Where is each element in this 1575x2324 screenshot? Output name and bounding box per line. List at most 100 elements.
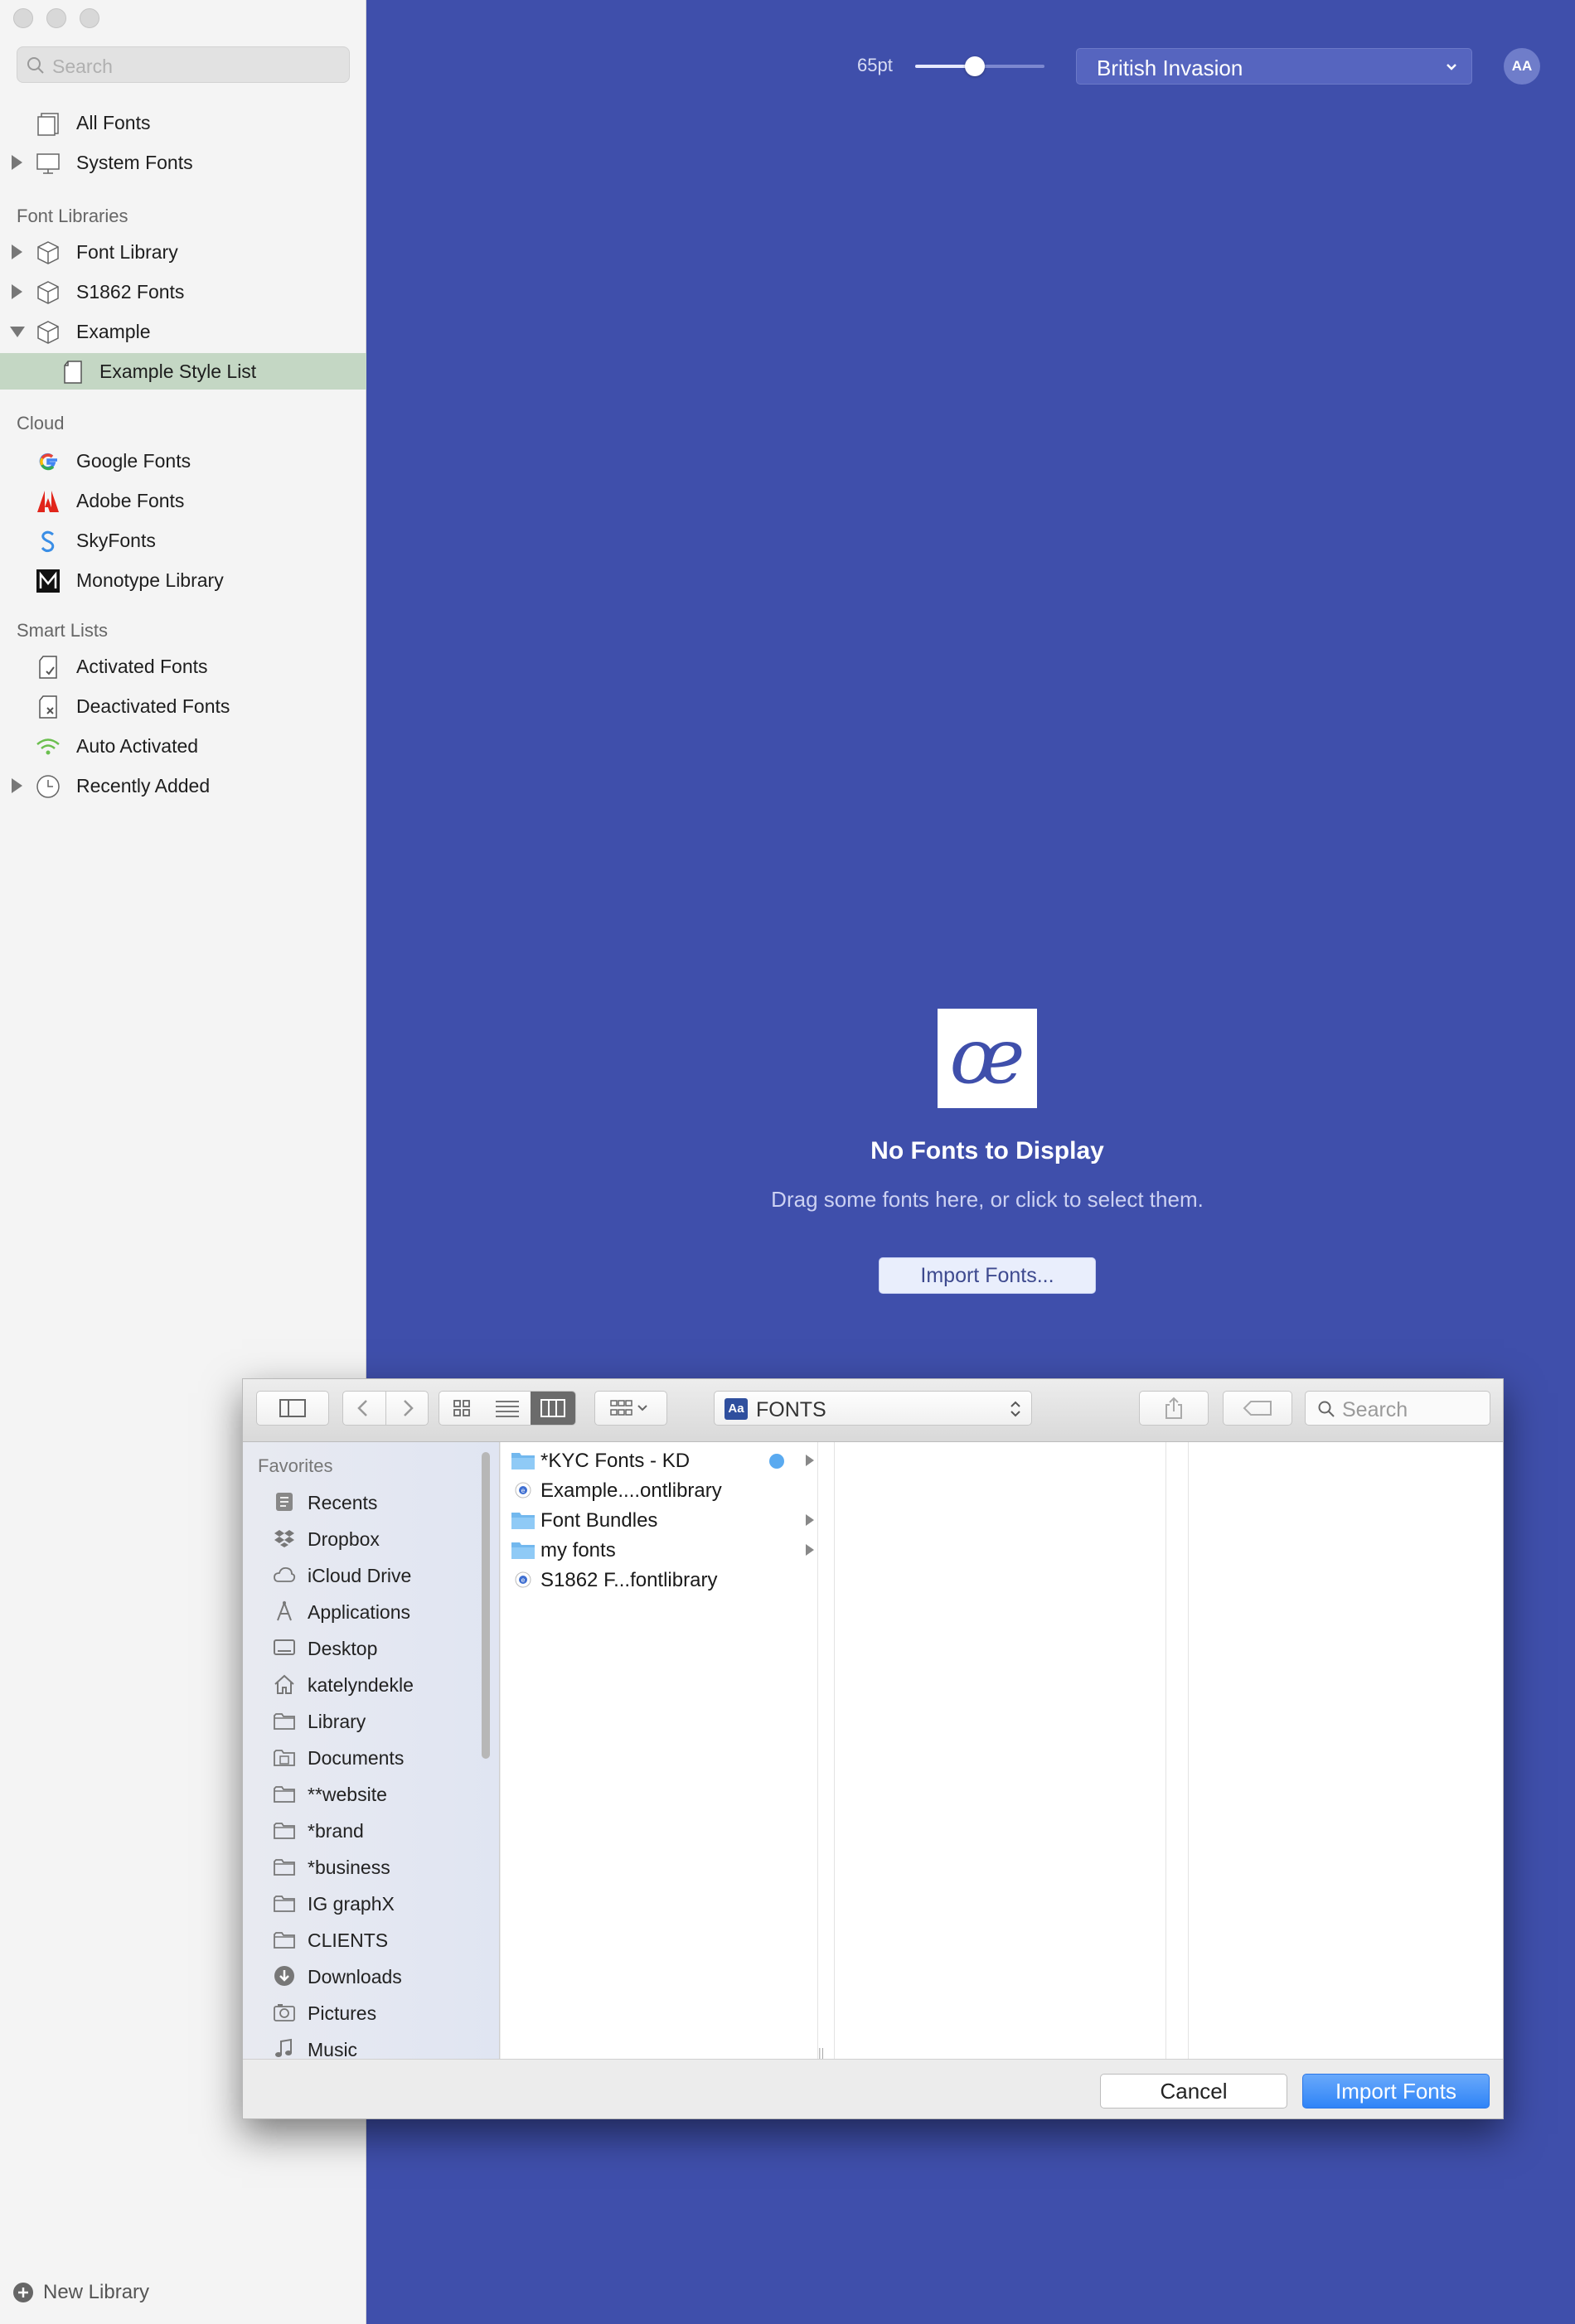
folder-icon <box>274 1896 295 1912</box>
favorite-label: katelyndekle <box>308 1674 414 1696</box>
sidebar-item-label: Deactivated Fonts <box>76 695 230 717</box>
pictures-icon <box>274 2004 295 2021</box>
file-label: Example....ontlibrary <box>540 1479 722 1502</box>
favorite-item[interactable]: Pictures <box>243 1996 483 2029</box>
file-row[interactable]: my fonts <box>501 1535 817 1565</box>
column-browser: *KYC Fonts - KD e Example....ontlibrary Fon… <box>501 1442 1503 2059</box>
font-library-file-icon: e <box>515 1571 531 1588</box>
column-view-button[interactable] <box>531 1392 575 1425</box>
sidebar-item-example[interactable]: Example <box>0 313 366 350</box>
sidebar-item-skyfonts[interactable]: SkyFonts <box>0 522 366 559</box>
dialog-search-input[interactable]: Search <box>1305 1391 1490 1426</box>
favorite-item[interactable]: Library <box>243 1704 483 1737</box>
sidebar-scrollbar[interactable] <box>482 1452 490 1759</box>
list-view-button[interactable] <box>485 1392 530 1425</box>
chevron-down-icon <box>1447 64 1456 70</box>
skyfonts-icon <box>41 530 55 553</box>
disclosure-arrow-icon <box>806 1455 814 1466</box>
folder-icon <box>511 1453 535 1469</box>
disclosure-arrow-icon <box>806 1514 814 1526</box>
favorite-item[interactable]: CLIENTS <box>243 1923 483 1956</box>
sidebar-toggle-button[interactable] <box>256 1391 329 1426</box>
favorite-item[interactable]: Music <box>243 2032 483 2059</box>
favorite-label: Music <box>308 2039 358 2059</box>
location-label: FONTS <box>756 1398 826 1421</box>
group-by-button[interactable] <box>594 1391 667 1426</box>
font-size-slider[interactable] <box>915 56 1044 76</box>
clock-icon <box>36 775 60 798</box>
favorite-label: CLIENTS <box>308 1929 389 1951</box>
new-library-label: New Library <box>43 2281 150 2303</box>
font-library-file-icon: e <box>515 1482 531 1498</box>
favorite-item[interactable]: Desktop <box>243 1631 483 1664</box>
dialog-search-placeholder: Search <box>1342 1398 1408 1421</box>
favorite-item[interactable]: Dropbox <box>243 1522 483 1555</box>
font-size-toggle-button[interactable]: AA <box>1504 48 1540 85</box>
favorite-item[interactable]: Downloads <box>243 1959 483 1992</box>
column-divider[interactable] <box>834 1442 835 2059</box>
sidebar-search-input[interactable]: Search <box>17 46 350 83</box>
column-divider[interactable] <box>1188 1442 1189 2059</box>
sidebar-item-font-library[interactable]: Font Library <box>0 234 366 270</box>
sidebar-item-s1862-fonts[interactable]: S1862 Fonts <box>0 274 366 310</box>
disclosure-triangle[interactable] <box>12 284 22 299</box>
column-divider[interactable] <box>817 1442 818 2059</box>
sidebar-item-label: Font Library <box>76 241 178 263</box>
desktop-icon <box>274 1639 295 1655</box>
window-minimize-button[interactable] <box>46 8 66 28</box>
share-button[interactable] <box>1139 1391 1209 1426</box>
disclosure-triangle[interactable] <box>12 155 22 170</box>
favorite-item[interactable]: *brand <box>243 1813 483 1847</box>
adobe-icon <box>37 491 59 512</box>
favorite-item[interactable]: katelyndekle <box>243 1668 483 1701</box>
sidebar-item-monotype-library[interactable]: Monotype Library <box>0 562 366 598</box>
favorite-item[interactable]: Recents <box>243 1485 483 1518</box>
favorite-item[interactable]: *business <box>243 1850 483 1883</box>
column-resize-grip[interactable]: || <box>818 2046 824 2059</box>
group-by-icon <box>610 1400 647 1416</box>
favorite-item[interactable]: Applications <box>243 1595 483 1628</box>
location-popup[interactable]: Aa FONTS <box>714 1391 1032 1426</box>
import-fonts-confirm-button[interactable]: Import Fonts <box>1302 2074 1490 2109</box>
cancel-button[interactable]: Cancel <box>1100 2074 1287 2109</box>
preview-text-dropdown[interactable]: British Invasion <box>1076 48 1472 85</box>
activated-icon <box>39 656 57 679</box>
slider-knob[interactable] <box>964 56 985 76</box>
wifi-icon <box>36 738 60 755</box>
favorite-label: *brand <box>308 1820 364 1842</box>
disclosure-triangle[interactable] <box>12 245 22 259</box>
sidebar-item-recently-added[interactable]: Recently Added <box>0 767 366 804</box>
sidebar-item-activated-fonts[interactable]: Activated Fonts <box>0 648 366 685</box>
favorites-heading: Favorites <box>258 1455 333 1476</box>
import-fonts-button[interactable]: Import Fonts... <box>879 1257 1096 1294</box>
sidebar-item-adobe-fonts[interactable]: Adobe Fonts <box>0 482 366 519</box>
svg-text:e: e <box>521 1576 526 1584</box>
cloud-heading: Cloud <box>17 413 65 433</box>
sidebar-item-example-style-list[interactable]: Example Style List <box>0 353 366 390</box>
sidebar-item-all-fonts[interactable]: All Fonts <box>0 104 366 141</box>
up-down-chevron-icon <box>1010 1401 1020 1417</box>
sidebar-item-system-fonts[interactable]: System Fonts <box>0 144 366 181</box>
disclosure-triangle-expanded[interactable] <box>10 327 25 337</box>
file-row[interactable]: e Example....ontlibrary <box>501 1475 817 1505</box>
icon-view-button[interactable] <box>439 1392 484 1425</box>
folder-icon <box>274 1713 295 1730</box>
file-row[interactable]: e S1862 F...fontlibrary <box>501 1565 817 1595</box>
window-zoom-button[interactable] <box>80 8 99 28</box>
file-row[interactable]: *KYC Fonts - KD <box>501 1445 817 1475</box>
file-row[interactable]: Font Bundles <box>501 1505 817 1535</box>
grid-icon <box>453 1400 470 1416</box>
back-icon[interactable] <box>355 1398 371 1418</box>
sidebar-toggle-icon <box>279 1399 306 1417</box>
sidebar-item-auto-activated[interactable]: Auto Activated <box>0 728 366 764</box>
favorite-item[interactable]: iCloud Drive <box>243 1558 483 1591</box>
sidebar-item-deactivated-fonts[interactable]: Deactivated Fonts <box>0 688 366 724</box>
disclosure-triangle[interactable] <box>12 778 22 793</box>
favorite-item[interactable]: Documents <box>243 1741 483 1774</box>
sidebar-item-google-fonts[interactable]: Google Fonts <box>0 443 366 479</box>
forward-icon[interactable] <box>400 1398 416 1418</box>
tags-button[interactable] <box>1223 1391 1292 1426</box>
favorite-item[interactable]: IG graphX <box>243 1886 483 1920</box>
favorite-item[interactable]: **website <box>243 1777 483 1810</box>
window-close-button[interactable] <box>13 8 33 28</box>
